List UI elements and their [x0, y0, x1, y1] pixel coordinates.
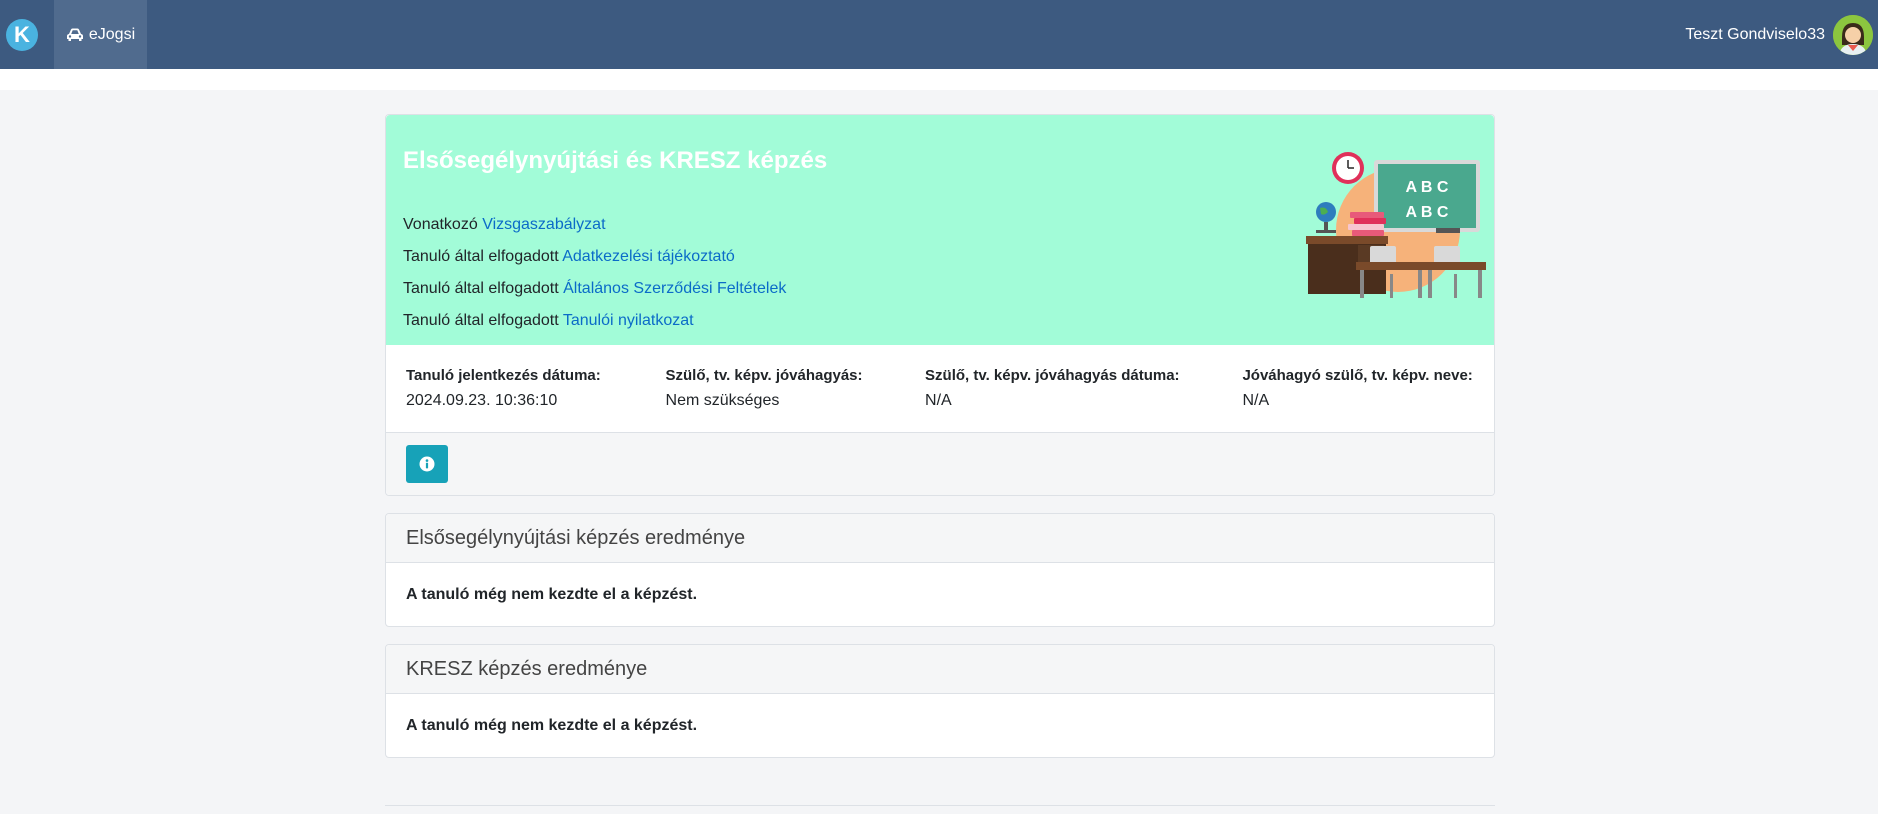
link-adatkezelesi-tajekoztato[interactable]: Adatkezelési tájékoztató: [562, 248, 735, 265]
user-menu[interactable]: Teszt Gondviselo33: [1685, 0, 1878, 69]
divider: [385, 805, 1495, 806]
user-name: Teszt Gondviselo33: [1685, 25, 1825, 43]
nav-item-label: eJogsi: [88, 25, 136, 43]
info-value: N/A: [925, 392, 952, 409]
subheader-strip: [0, 69, 1878, 90]
info-parent-approval: Szülő, tv. képv. jóváhagyás: Nem szükség…: [666, 345, 926, 432]
info-approval-date: Szülő, tv. képv. jóváhagyás dátuma: N/A: [925, 345, 1242, 432]
doc-line: Vonatkozó Vizsgaszabályzat: [403, 209, 786, 241]
card-footer: [386, 433, 1494, 495]
result-card-body: A tanuló még nem kezdte el a képzést.: [406, 716, 698, 734]
nav-item-ejogsi[interactable]: eJogsi: [54, 0, 147, 69]
application-info: Tanuló jelentkezés dátuma: 2024.09.23. 1…: [386, 345, 1494, 433]
info-label: Szülő, tv. képv. jóváhagyás dátuma:: [925, 367, 1180, 384]
board-text-1: A B C: [1406, 179, 1449, 196]
doc-line-prefix: Tanuló által elfogadott: [403, 312, 559, 329]
doc-line-prefix: Vonatkozó: [403, 216, 478, 233]
info-icon: [419, 456, 435, 472]
car-icon: [66, 28, 83, 41]
info-application-date: Tanuló jelentkezés dátuma: 2024.09.23. 1…: [406, 345, 666, 432]
course-hero: Elsősegélynyújtási és KRESZ képzés Vonat…: [386, 115, 1494, 345]
link-vizsgaszabalyzat[interactable]: Vizsgaszabályzat: [482, 216, 605, 233]
info-label: Tanuló jelentkezés dátuma:: [406, 367, 601, 384]
avatar[interactable]: [1833, 14, 1873, 55]
link-aszf[interactable]: Általános Szerződési Feltételek: [563, 280, 786, 297]
doc-line: Tanuló által elfogadott Általános Szerző…: [403, 273, 786, 305]
result-card-title: Elsősegélynyújtási képzés eredménye: [386, 514, 1494, 563]
info-value: Nem szükséges: [665, 392, 780, 409]
result-card-body: A tanuló még nem kezdte el a képzést.: [406, 585, 698, 603]
top-navbar: K eJogsi Teszt Gondviselo33: [0, 0, 1878, 69]
kresz-result-card: KRESZ képzés eredménye A tanuló még nem …: [385, 644, 1495, 758]
document-links: Vonatkozó Vizsgaszabályzat Tanuló által …: [403, 209, 786, 337]
logo-icon[interactable]: K: [6, 18, 38, 51]
page-title: Elsősegélynyújtási és KRESZ képzés: [403, 147, 828, 174]
info-label: Jóváhagyó szülő, tv. képv. neve:: [1242, 367, 1473, 384]
info-button[interactable]: [406, 445, 448, 483]
course-card: Elsősegélynyújtási és KRESZ képzés Vonat…: [385, 114, 1495, 496]
classroom-illustration: A B C A B C: [1306, 152, 1486, 298]
info-label: Szülő, tv. képv. jóváhagyás:: [665, 367, 863, 384]
main-container: Elsősegélynyújtási és KRESZ képzés Vonat…: [385, 114, 1495, 758]
link-tanuloi-nyilatkozat[interactable]: Tanulói nyilatkozat: [563, 312, 694, 329]
doc-line-prefix: Tanuló által elfogadott: [403, 280, 559, 297]
result-card-title: KRESZ képzés eredménye: [386, 645, 1494, 694]
info-approver-name: Jóváhagyó szülő, tv. képv. neve: N/A: [1242, 345, 1474, 432]
doc-line: Tanuló által elfogadott Tanulói nyilatko…: [403, 305, 786, 337]
board-text-2: A B C: [1406, 204, 1449, 221]
doc-line: Tanuló által elfogadott Adatkezelési táj…: [403, 241, 786, 273]
doc-line-prefix: Tanuló által elfogadott: [403, 248, 559, 265]
first-aid-result-card: Elsősegélynyújtási képzés eredménye A ta…: [385, 513, 1495, 627]
info-value: 2024.09.23. 10:36:10: [406, 392, 558, 409]
info-value: N/A: [1242, 392, 1270, 409]
